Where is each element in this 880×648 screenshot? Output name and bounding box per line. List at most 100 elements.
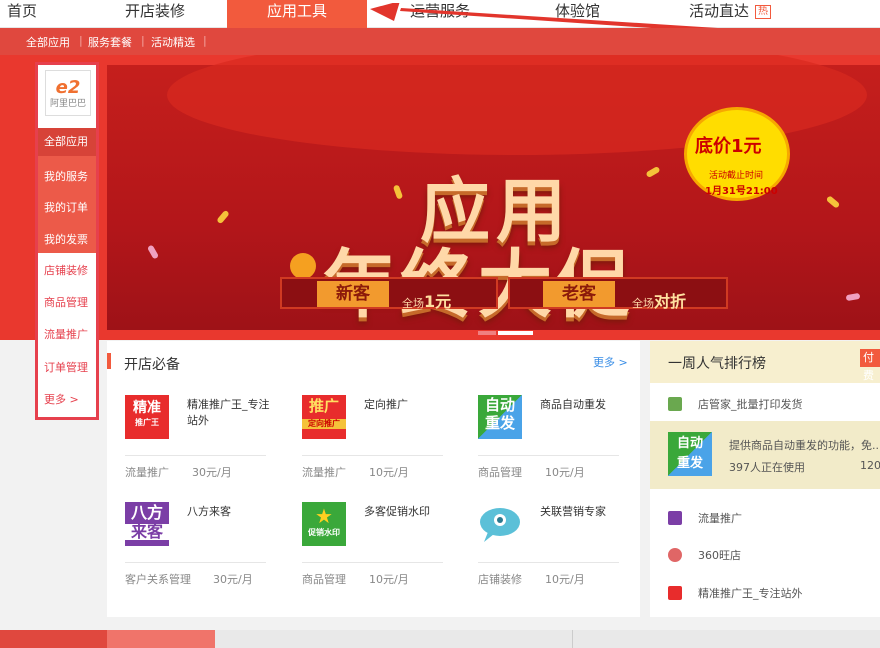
price-badge-text: 底价1元 [695,136,762,157]
subnav-service-packages[interactable]: 服务套餐 [88,34,132,50]
sidebar-item-shop-decoration[interactable]: 店铺装修 [44,262,88,278]
weekly-ranking-panel: 一周人气排行榜 付费 店管家_批量打印发货 自动 重发 提供商品自动重发的功能，免… [650,341,880,617]
app-name[interactable]: 八方来客 [187,504,273,520]
new-customer-ribbon: 新客 全场1元 [280,277,498,312]
app-category: 商品管理 [478,466,522,479]
app-price: 30元/月 [213,573,253,586]
ranking-item-name: 店管家_批量打印发货 [698,398,803,411]
divider [478,562,619,563]
bottom-section-bar [0,630,880,648]
360-shop-icon [668,548,682,562]
sidebar-item-more[interactable]: 更多 > [44,391,79,407]
app-name[interactable]: 定向推广 [364,397,450,413]
app-price: 10元/月 [545,573,585,586]
divider [125,562,266,563]
ranking-item-name: 流量推广 [698,512,742,525]
old-customer-ribbon: 老客 全场对折 [508,277,728,312]
app-price: 10元/月 [369,573,409,586]
old-customer-desc: 全场对折 [632,288,686,312]
subnav-separator: | [203,34,207,47]
bottom-tab[interactable] [107,630,215,648]
featured-count: 120 [860,459,880,472]
sidebar-item-my-invoices[interactable]: 我的发票 [44,231,88,247]
essentials-more-link[interactable]: 更多 > [593,354,628,370]
app-icon-related-marketing [478,502,522,546]
app-price: 10元/月 [545,466,585,479]
app-item[interactable]: 推广 定向推广 定向推广 流量推广 10元/月 [302,395,467,505]
app-name[interactable]: 关联营销专家 [540,504,626,520]
ranking-item[interactable]: 店管家_批量打印发货 [668,396,803,412]
essentials-card: 开店必备 更多 > 精准 推广王 精准推广王_专注站外 流量推广 30元/月 推广… [107,341,640,617]
app-category: 商品管理 [302,573,346,586]
app-name[interactable]: 精准推广王_专注站外 [187,397,273,429]
old-customer-desc-prefix: 全场 [632,297,654,310]
new-customer-desc-prefix: 全场 [402,297,424,310]
featured-users: 397人正在使用 [729,461,805,474]
app-item[interactable]: ★ 促销水印 多客促销水印 商品管理 10元/月 [302,502,467,612]
divider [302,562,443,563]
promo-icon [668,511,682,525]
ranking-item[interactable]: 流量推广 [668,510,742,526]
topnav-app-tools[interactable]: 应用工具 [227,0,367,28]
app-category: 流量推广 [302,466,346,479]
sub-navigation: 全部应用 | 服务套餐 | 活动精选 | [0,28,880,55]
deadline-value: 1月31号21:00 [705,186,778,197]
app-price: 30元/月 [192,466,232,479]
subnav-all-apps[interactable]: 全部应用 [26,34,70,50]
ranking-title: 一周人气排行榜 [668,356,766,372]
carousel-dot[interactable] [478,331,496,335]
promo-banner[interactable]: 应用 年终大促 新客 全场1元 老客 全场对折 底价1元 活动截止时间 1月31… [0,55,880,340]
topnav-shop-decoration[interactable]: 开店装修 [105,0,205,28]
app-icon-targeted-promo: 推广 定向推广 [302,395,346,439]
ranking-item-name: 360旺店 [698,549,741,562]
sidebar-item-product-management[interactable]: 商品管理 [44,294,88,310]
sidebar-item-my-services[interactable]: 我的服务 [44,168,88,184]
app-icon-bafang-laike: 八方 来客 [125,502,169,546]
bottom-tab-active[interactable] [0,630,107,648]
app-category: 店铺装修 [478,573,522,586]
deadline-label: 活动截止时间 [709,171,764,181]
orange-ball [290,253,316,279]
app-item[interactable]: 精准 推广王 精准推广王_专注站外 流量推广 30元/月 [125,395,290,505]
app-item[interactable]: 自动 重发 商品自动重发 商品管理 10元/月 [478,395,643,505]
ranking-featured-item[interactable]: 自动 重发 提供商品自动重发的功能，免... 397人正在使用 120 [650,421,880,489]
bottom-divider [572,630,573,648]
ranking-item-name: 精准推广王_专注站外 [698,587,803,600]
carousel-indicators [478,331,533,335]
paid-tab[interactable]: 付费 [860,349,880,382]
app-name[interactable]: 商品自动重发 [540,397,626,413]
new-customer-desc: 全场1元 [402,288,451,312]
topnav-home[interactable]: 首页 [0,0,44,28]
subnav-activity-picks[interactable]: 活动精选 [151,34,195,50]
app-icon-promo-watermark: ★ 促销水印 [302,502,346,546]
ranking-item[interactable]: 360旺店 [668,547,741,563]
sidebar-item-my-orders[interactable]: 我的订单 [44,199,88,215]
subnav-separator: | [141,34,145,47]
old-customer-desc-value: 对折 [654,292,687,311]
carousel-dot-active[interactable] [498,331,533,335]
shop-manager-icon [668,397,682,411]
app-category: 客户关系管理 [125,573,191,586]
divider [125,455,266,456]
old-customer-tag: 老客 [543,281,615,307]
subnav-separator: | [79,34,83,47]
sidebar: e2 阿里巴巴 全部应用 我的服务 我的订单 我的发票 店铺装修 商品管理 流量推… [35,62,99,420]
ranking-item[interactable]: 精准推广王_专注站外 [668,585,803,601]
alibaba-logo: e2 阿里巴巴 [45,70,91,116]
essentials-title: 开店必备 [124,357,180,373]
sidebar-item-traffic-promotion[interactable]: 流量推广 [44,326,88,342]
app-category: 流量推广 [125,466,169,479]
divider [302,455,443,456]
app-name[interactable]: 多客促销水印 [364,504,450,520]
price-badge: 底价1元 活动截止时间 1月31号21:00 [684,107,790,201]
new-customer-tag: 新客 [317,281,389,307]
app-item[interactable]: 关联营销专家 店铺装修 10元/月 [478,502,643,612]
app-item[interactable]: 八方 来客 八方来客 客户关系管理 30元/月 [125,502,290,612]
precision-promo-icon [668,586,682,600]
auto-repost-icon: 自动 重发 [668,432,712,476]
sidebar-item-all-apps[interactable]: 全部应用 [38,128,96,156]
section-accent-bar [107,353,111,369]
sidebar-item-order-management[interactable]: 订单管理 [44,359,88,375]
app-price: 10元/月 [369,466,409,479]
divider [478,455,619,456]
